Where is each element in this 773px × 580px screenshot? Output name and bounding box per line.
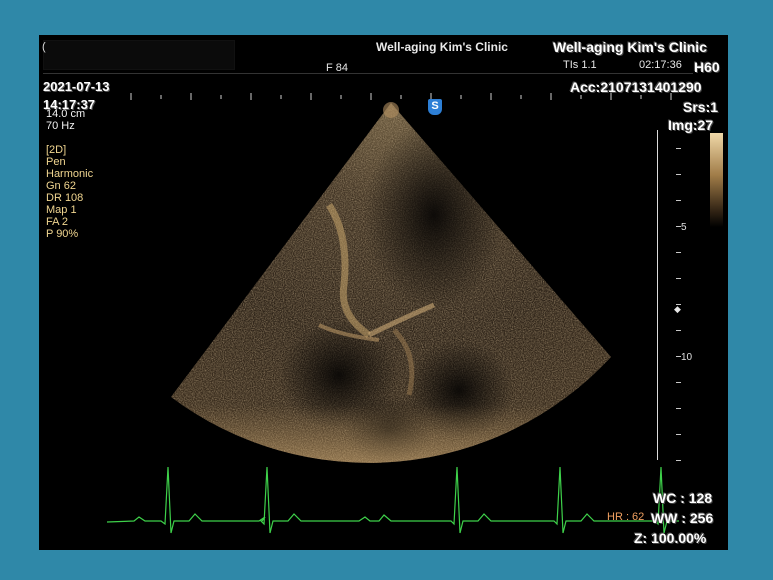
heart-rate: HR : 62 bbox=[607, 511, 645, 523]
zoom-level: Z: 100.00% bbox=[634, 530, 707, 546]
depth-label-10: 10 bbox=[681, 352, 693, 363]
grayscale-map-bar bbox=[710, 133, 723, 227]
depth-scale: 5 10 ◆ bbox=[654, 130, 694, 470]
ecg-waveform bbox=[106, 466, 679, 534]
focus-marker-icon: ◆ bbox=[674, 304, 681, 314]
ecg-trace bbox=[106, 466, 679, 534]
ultrasound-screen: ( Well-aging Kim's Clinic F 84 TIs 1.1 0… bbox=[39, 35, 728, 550]
window-width: WW : 256 bbox=[651, 510, 714, 526]
depth-scale-line bbox=[657, 130, 658, 460]
window-center: WC : 128 bbox=[653, 490, 713, 506]
depth-label-5: 5 bbox=[681, 222, 687, 233]
